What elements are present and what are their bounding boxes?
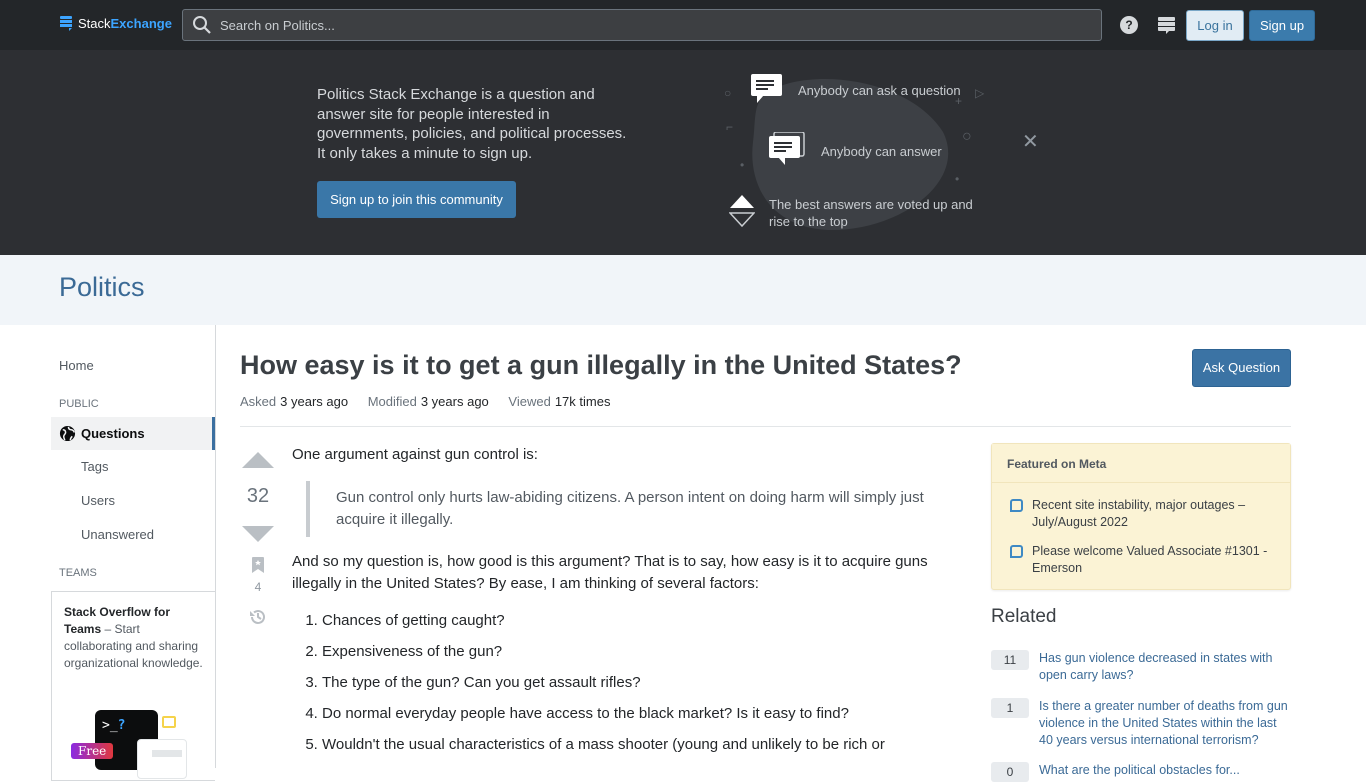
feature-answer: Anybody can answer	[821, 144, 942, 159]
question-meta: Asked 3 years ago Modified 3 years ago Vie…	[240, 394, 626, 409]
downvote-button[interactable]	[242, 526, 274, 542]
list-item: Do normal everyday people have access to…	[322, 703, 932, 725]
decor-ring: ○	[962, 128, 972, 145]
stackexchange-icon	[60, 16, 72, 31]
divider	[240, 426, 1291, 427]
related-link[interactable]: What are the political obstacles for...	[1039, 762, 1240, 782]
post-blockquote: Gun control only hurts law-abiding citiz…	[306, 481, 932, 537]
history-icon[interactable]	[248, 607, 268, 627]
free-badge: Free	[71, 743, 114, 759]
meta-chat-icon	[1010, 499, 1023, 512]
related-link[interactable]: Is there a greater number of deaths from…	[1039, 698, 1291, 749]
featured-item[interactable]: Please welcome Valued Associate #1301 - …	[1010, 543, 1280, 577]
related-item[interactable]: 0 What are the political obstacles for..…	[991, 762, 1291, 782]
viewed-value: 17k times	[554, 394, 611, 409]
answer-icon	[769, 132, 805, 165]
nav-users[interactable]: Users	[81, 493, 115, 508]
question-body: One argument against gun control is: Gun…	[292, 444, 932, 765]
related-score: 11	[991, 650, 1029, 670]
featured-title: Featured on Meta	[992, 444, 1290, 483]
decor-dot: •	[955, 172, 960, 186]
post-paragraph: And so my question is, how good is this …	[292, 553, 928, 592]
vote-arrows-icon	[729, 195, 755, 228]
list-item: Wouldn't the usual characteristics of a …	[322, 734, 932, 756]
logo-exchange-text: Exchange	[110, 15, 172, 31]
join-community-button[interactable]: Sign up to join this community	[317, 181, 516, 218]
left-sidebar: Home PUBLIC Questions Tags Users Unanswe…	[51, 325, 216, 781]
question-title[interactable]: How easy is it to get a gun illegally in…	[240, 350, 962, 381]
login-button[interactable]: Log in	[1186, 10, 1244, 41]
upvote-button[interactable]	[242, 452, 274, 468]
asked-value: 3 years ago	[280, 394, 349, 409]
related-item[interactable]: 1 Is there a greater number of deaths fr…	[991, 698, 1291, 749]
modified-label: Modified	[367, 394, 417, 409]
teams-promo-text: Stack Overflow for Teams – Start collabo…	[64, 604, 204, 672]
related-score: 0	[991, 762, 1029, 782]
related-item[interactable]: 11 Has gun violence decreased in states …	[991, 650, 1291, 684]
nav-tags[interactable]: Tags	[81, 459, 108, 474]
top-bar: StackExchange ? Log in Sign up	[0, 0, 1366, 50]
decor-corner: ⌐	[726, 120, 734, 134]
list-item: The type of the gun? Can you get assault…	[322, 672, 932, 694]
nav-teams-label: TEAMS	[59, 567, 97, 579]
feature-voting: The best answers are voted up and rise t…	[769, 197, 973, 229]
site-header: Politics	[0, 255, 1366, 325]
teams-promo[interactable]: Stack Overflow for Teams – Start collabo…	[51, 591, 215, 781]
teams-card-illustration	[137, 739, 187, 779]
modified-value[interactable]: 3 years ago	[421, 394, 489, 409]
viewed-label: Viewed	[508, 394, 551, 409]
featured-link[interactable]: Recent site instability, major outages –…	[1032, 497, 1280, 531]
vote-count: 32	[246, 485, 270, 507]
related-link[interactable]: Has gun violence decreased in states wit…	[1039, 650, 1291, 684]
search-input[interactable]	[220, 17, 1080, 33]
nav-home[interactable]: Home	[59, 358, 94, 373]
signup-button[interactable]: Sign up	[1249, 10, 1315, 41]
feature-ask: Anybody can ask a question	[798, 83, 961, 98]
logo-stack-text: Stack	[78, 15, 111, 31]
list-item: Chances of getting caught?	[322, 610, 932, 632]
nav-public-label: PUBLIC	[59, 398, 99, 410]
decor-dot: •	[740, 158, 745, 172]
help-icon[interactable]: ?	[1120, 16, 1138, 34]
related-score: 1	[991, 698, 1029, 718]
ask-question-button[interactable]: Ask Question	[1192, 349, 1291, 387]
teams-chat-icon	[162, 716, 176, 728]
featured-item[interactable]: Recent site instability, major outages –…	[1010, 497, 1280, 531]
welcome-banner: Politics Stack Exchange is a question an…	[0, 50, 1366, 255]
ask-question-icon	[751, 74, 782, 103]
meta-chat-icon	[1010, 545, 1023, 558]
decor-circle: ○	[724, 86, 732, 100]
bookmark-icon[interactable]	[252, 557, 264, 573]
nav-questions-label: Questions	[81, 426, 145, 441]
asked-label: Asked	[240, 394, 277, 409]
nav-questions[interactable]: Questions	[51, 417, 215, 450]
nav-unanswered[interactable]: Unanswered	[81, 527, 154, 542]
post-intro: One argument against gun control is:	[292, 446, 538, 463]
site-switcher-icon[interactable]	[1158, 17, 1175, 34]
site-name-link[interactable]: Politics	[59, 272, 145, 303]
related-title: Related	[991, 606, 1057, 627]
featured-on-meta: Featured on Meta Recent site instability…	[991, 443, 1291, 590]
search-icon	[193, 16, 211, 34]
globe-icon	[59, 425, 76, 442]
list-item: Expensiveness of the gun?	[322, 641, 932, 663]
factors-list: Chances of getting caught? Expensiveness…	[292, 610, 932, 756]
decor-triangle: ▷	[975, 86, 985, 100]
stackexchange-logo[interactable]: Stack Exchange	[59, 15, 172, 31]
site-description: Politics Stack Exchange is a question an…	[317, 86, 627, 162]
featured-link[interactable]: Please welcome Valued Associate #1301 - …	[1032, 543, 1280, 577]
search-box[interactable]	[182, 9, 1102, 41]
close-banner-icon[interactable]: ✕	[1022, 132, 1039, 152]
bookmark-count: 4	[254, 580, 262, 594]
